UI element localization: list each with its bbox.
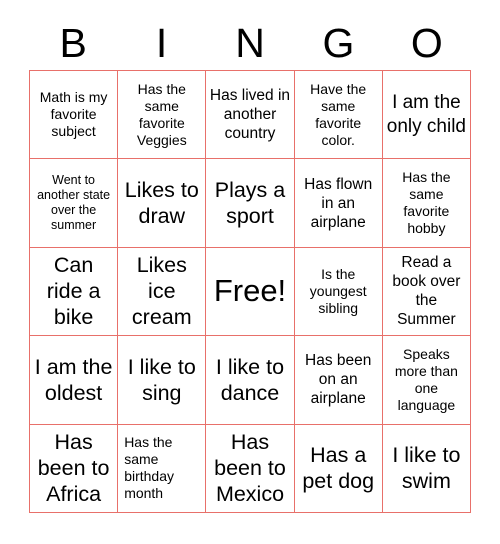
bingo-cell-label: Likes to draw (124, 178, 199, 229)
bingo-cell[interactable]: Read a book over the Summer (382, 247, 471, 337)
bingo-cell[interactable]: Is the youngest sibling (294, 247, 383, 337)
bingo-cell[interactable]: Has the same birthday month (118, 424, 207, 513)
bingo-cell-label: Speaks more than one language (394, 345, 458, 413)
bingo-cell-label: I am the oldest (34, 354, 113, 405)
bingo-cell-label: I like to sing (127, 354, 196, 405)
bingo-cell[interactable]: I like to sing (118, 336, 207, 425)
bingo-header: B I N G O (29, 18, 471, 68)
bingo-cell[interactable]: Math is my favorite subject (30, 71, 119, 160)
bingo-cell-label: Has flown in an airplane (304, 175, 373, 231)
bingo-cell-label: Read a book over the Summer (392, 254, 461, 329)
bingo-cell[interactable]: Plays a sport (206, 159, 295, 248)
bingo-cell-label: Has the same favorite hobby (402, 169, 451, 237)
bingo-cell[interactable]: Has the same favorite hobby (382, 159, 471, 248)
bingo-cell[interactable]: Speaks more than one language (382, 336, 471, 425)
bingo-grid: Math is my favorite subject Has the same… (29, 70, 471, 513)
bingo-cell-label: Free! (213, 273, 287, 309)
bingo-cell[interactable]: I like to swim (382, 424, 471, 513)
bingo-cell[interactable]: Has lived in another country (206, 71, 295, 160)
bingo-cell-label: I like to dance (215, 354, 285, 405)
bingo-cell[interactable]: Likes to draw (118, 159, 207, 248)
bingo-cell[interactable]: Can ride a bike (30, 247, 119, 337)
header-letter-o: O (410, 20, 443, 66)
bingo-cell-label: Has the same favorite Veggies (136, 80, 187, 148)
bingo-cell-label: Has the same birthday month (124, 434, 174, 502)
bingo-cell-label: Went to another state over the summer (37, 173, 111, 233)
bingo-cell[interactable]: Went to another state over the summer (30, 159, 119, 248)
bingo-cell-label: Have the same favorite color. (310, 80, 367, 148)
bingo-cell[interactable]: Has the same favorite Veggies (118, 71, 207, 160)
bingo-cell-free[interactable]: Free! (206, 247, 295, 337)
bingo-cell-label: Has been to Mexico (214, 430, 286, 507)
bingo-cell-label: Is the youngest sibling (309, 265, 367, 316)
bingo-cell-label: Has been on an airplane (305, 352, 372, 408)
bingo-cell[interactable]: Have the same favorite color. (294, 71, 383, 160)
bingo-card: B I N G O Math is my favorite subject Ha… (0, 0, 500, 544)
header-letter-n: N (235, 20, 265, 66)
bingo-cell[interactable]: Has been to Africa (30, 424, 119, 513)
bingo-cell[interactable]: I am the only child (382, 71, 471, 160)
bingo-cell-label: I am the only child (386, 92, 466, 137)
bingo-cell[interactable]: Has flown in an airplane (294, 159, 383, 248)
bingo-cell-label: Math is my favorite subject (39, 89, 108, 140)
bingo-cell-label: Can ride a bike (46, 253, 101, 330)
bingo-cell-label: Has a pet dog (302, 443, 375, 494)
bingo-cell-label: Has been to Africa (37, 430, 110, 507)
bingo-cell-label: Likes ice cream (131, 253, 192, 330)
header-letter-g: G (322, 20, 355, 66)
bingo-cell[interactable]: Likes ice cream (118, 247, 207, 337)
bingo-cell-label: Has lived in another country (209, 87, 291, 143)
bingo-cell[interactable]: I like to dance (206, 336, 295, 425)
bingo-cell[interactable]: Has been on an airplane (294, 336, 383, 425)
header-letter-i: I (155, 20, 168, 66)
bingo-cell[interactable]: Has been to Mexico (206, 424, 295, 513)
bingo-cell[interactable]: I am the oldest (30, 336, 119, 425)
bingo-cell-label: I like to swim (392, 443, 461, 494)
bingo-cell-label: Plays a sport (214, 178, 286, 229)
header-letter-b: B (59, 20, 87, 66)
bingo-cell[interactable]: Has a pet dog (294, 424, 383, 513)
